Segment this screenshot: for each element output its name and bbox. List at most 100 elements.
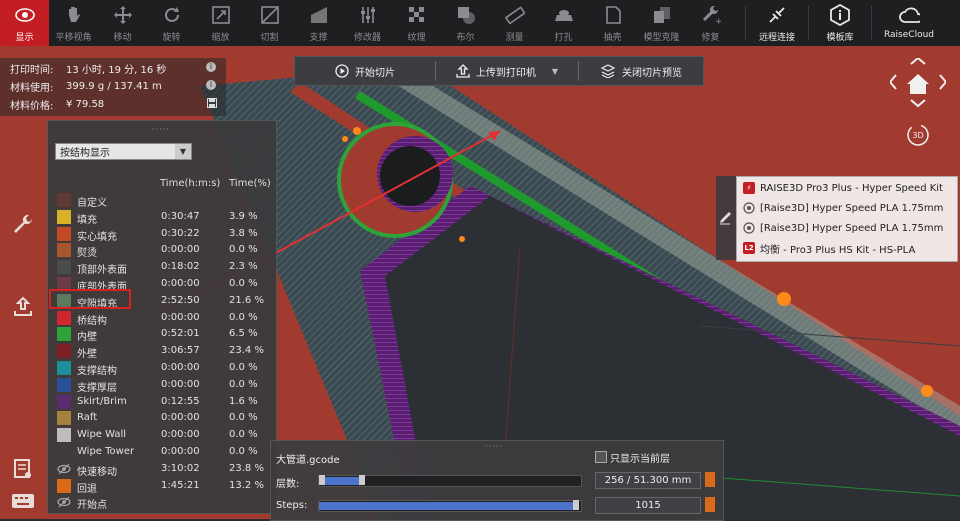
printer-profile-row[interactable]: [Raise3D] Hyper Speed PLA 1.75mm: [743, 219, 943, 237]
feature-row[interactable]: 开始点: [54, 494, 270, 511]
printer-profile-panel[interactable]: ⚡ RAISE3D Pro3 Plus - Hyper Speed Kit [Rai…: [736, 176, 958, 262]
view-navigation: 3D: [888, 56, 948, 148]
chevron-down-icon[interactable]: [910, 99, 926, 108]
feature-row[interactable]: 外壁 3:06:57 23.4 %: [54, 343, 270, 360]
printer-profile-row[interactable]: ⚡ RAISE3D Pro3 Plus - Hyper Speed Kit: [743, 179, 943, 197]
layer-slider-handle-low[interactable]: [319, 475, 325, 485]
toolbar-button-eye[interactable]: 显示: [0, 0, 49, 46]
start-slice-button[interactable]: 开始切片: [295, 57, 435, 85]
toolbar-button-shell[interactable]: 抽壳: [588, 0, 637, 46]
toolbar-button-drill[interactable]: 打孔: [539, 0, 588, 46]
color-swatch[interactable]: [57, 310, 71, 325]
feature-row[interactable]: Wipe Wall 0:00:00 0.0 %: [54, 427, 270, 444]
edit-profile-button[interactable]: [716, 176, 736, 260]
color-swatch[interactable]: [57, 243, 71, 258]
toolbar-button-scale[interactable]: 缩放: [196, 0, 245, 46]
chevron-down-icon[interactable]: ▼: [552, 67, 558, 76]
feature-row[interactable]: 支撑结构 0:00:00 0.0 %: [54, 360, 270, 377]
toolbar-button-measure[interactable]: 测量: [490, 0, 539, 46]
info-icon[interactable]: i: [206, 80, 216, 90]
info-icon[interactable]: i: [206, 62, 216, 72]
steps-stepper[interactable]: [705, 497, 715, 512]
feature-percent: 0.0 %: [229, 378, 258, 390]
printer-profile-label: RAISE3D Pro3 Plus - Hyper Speed Kit: [760, 182, 943, 194]
color-swatch[interactable]: [57, 377, 71, 392]
toolbar-button-clone[interactable]: 模型克隆: [637, 0, 686, 46]
printer-profile-row[interactable]: L2 均衡 - Pro3 Plus HS Kit - HS-PLA: [743, 239, 915, 257]
toolbar-button-repair[interactable]: + 修复: [686, 0, 735, 46]
color-swatch[interactable]: [57, 394, 71, 409]
rotate-icon: [161, 4, 183, 26]
log-icon[interactable]: [8, 454, 38, 484]
keyboard-icon[interactable]: [8, 486, 38, 516]
toolbar-button-label: 旋转: [162, 33, 181, 43]
layer-slider-track[interactable]: [318, 475, 582, 487]
color-swatch[interactable]: [57, 209, 71, 224]
panel-grip[interactable]: ·····: [152, 125, 170, 134]
steps-slider-handle[interactable]: [573, 500, 579, 510]
color-swatch[interactable]: [57, 445, 71, 459]
toolbar-button-hand[interactable]: 平移视角: [49, 0, 98, 46]
color-swatch[interactable]: [57, 226, 71, 241]
feature-time: 0:00:00: [161, 362, 200, 373]
panel-grip[interactable]: ·····: [485, 442, 503, 451]
eye-icon[interactable]: [57, 462, 71, 476]
feature-time: 0:30:47: [161, 210, 200, 222]
feature-row[interactable]: 自定义: [54, 192, 270, 209]
color-swatch[interactable]: [57, 344, 71, 359]
toolbar-button-support[interactable]: 支撑: [294, 0, 343, 46]
chevron-left-icon[interactable]: [888, 74, 897, 90]
rotate-3d-icon[interactable]: 3D: [907, 124, 929, 146]
feature-row[interactable]: 内壁 0:52:01 6.5 %: [54, 326, 270, 343]
feature-row[interactable]: 顶部外表面 0:18:02 2.3 %: [54, 259, 270, 276]
color-swatch[interactable]: [57, 260, 71, 275]
display-mode-select[interactable]: 按结构显示 ▼: [55, 143, 192, 160]
feature-row[interactable]: 实心填充 0:30:22 3.8 %: [54, 226, 270, 243]
feature-row[interactable]: 快速移动 3:10:02 23.8 %: [54, 461, 270, 478]
eye-icon[interactable]: [57, 495, 71, 509]
toolbar-button-cloud[interactable]: RaiseCloud: [872, 0, 946, 46]
steps-value-field[interactable]: 1015: [595, 497, 701, 514]
toolbar-button-modifier[interactable]: 修改器: [343, 0, 392, 46]
steps-slider-track[interactable]: [318, 500, 582, 512]
upload-button[interactable]: 上传到打印机 ▼: [436, 57, 578, 85]
only-current-layer-checkbox[interactable]: [595, 451, 607, 463]
printer-profile-row[interactable]: [Raise3D] Hyper Speed PLA 1.75mm: [743, 199, 943, 217]
home-icon[interactable]: [907, 74, 929, 94]
toolbar-button-template-library[interactable]: 模板库: [809, 0, 871, 46]
feature-row[interactable]: 填充 0:30:47 3.9 %: [54, 209, 270, 226]
save-icon[interactable]: [207, 98, 217, 108]
color-swatch[interactable]: [57, 478, 71, 493]
feature-row[interactable]: 熨烫 0:00:00 0.0 %: [54, 242, 270, 259]
layer-stepper[interactable]: [705, 472, 715, 487]
color-swatch[interactable]: [57, 361, 71, 375]
feature-row[interactable]: Wipe Tower 0:00:00 0.0 %: [54, 444, 270, 461]
layer-slider-handle-high[interactable]: [359, 475, 365, 485]
color-swatch[interactable]: [57, 411, 71, 426]
toolbar-button-boolean[interactable]: 布尔: [441, 0, 490, 46]
filament-icon: [743, 222, 755, 234]
feature-row[interactable]: 支撑厚层 0:00:00 0.0 %: [54, 377, 270, 394]
color-swatch[interactable]: [57, 327, 71, 342]
feature-time: 0:30:22: [161, 227, 200, 239]
close-preview-button[interactable]: 关闭切片预览: [579, 57, 703, 85]
toolbar-button-move[interactable]: 移动: [98, 0, 147, 46]
feature-row[interactable]: 回退 1:45:21 13.2 %: [54, 478, 270, 495]
feature-row[interactable]: Raft 0:00:00 0.0 %: [54, 410, 270, 427]
layers-value-field[interactable]: 256 / 51.300 mm: [595, 472, 701, 489]
feature-row[interactable]: Skirt/Brim 0:12:55 1.6 %: [54, 394, 270, 411]
toolbar-button-cut[interactable]: 切割: [245, 0, 294, 46]
start-slice-label: 开始切片: [355, 67, 395, 79]
upload-icon[interactable]: [8, 292, 38, 322]
chevron-up-icon[interactable]: [910, 56, 926, 65]
measure-icon: [504, 4, 526, 26]
wrench-icon[interactable]: [8, 210, 38, 240]
toolbar-button-texture[interactable]: 纹理: [392, 0, 441, 46]
toolbar-button-rotate[interactable]: 旋转: [147, 0, 196, 46]
color-swatch[interactable]: [57, 193, 71, 207]
toolbar-button-remote-connect[interactable]: 远程连接: [746, 0, 808, 46]
feature-row[interactable]: 桥结构 0:00:00 0.0 %: [54, 310, 270, 327]
chevron-right-icon[interactable]: [939, 74, 948, 90]
color-swatch[interactable]: [57, 428, 71, 443]
display-mode-value: 按结构显示: [60, 148, 110, 159]
